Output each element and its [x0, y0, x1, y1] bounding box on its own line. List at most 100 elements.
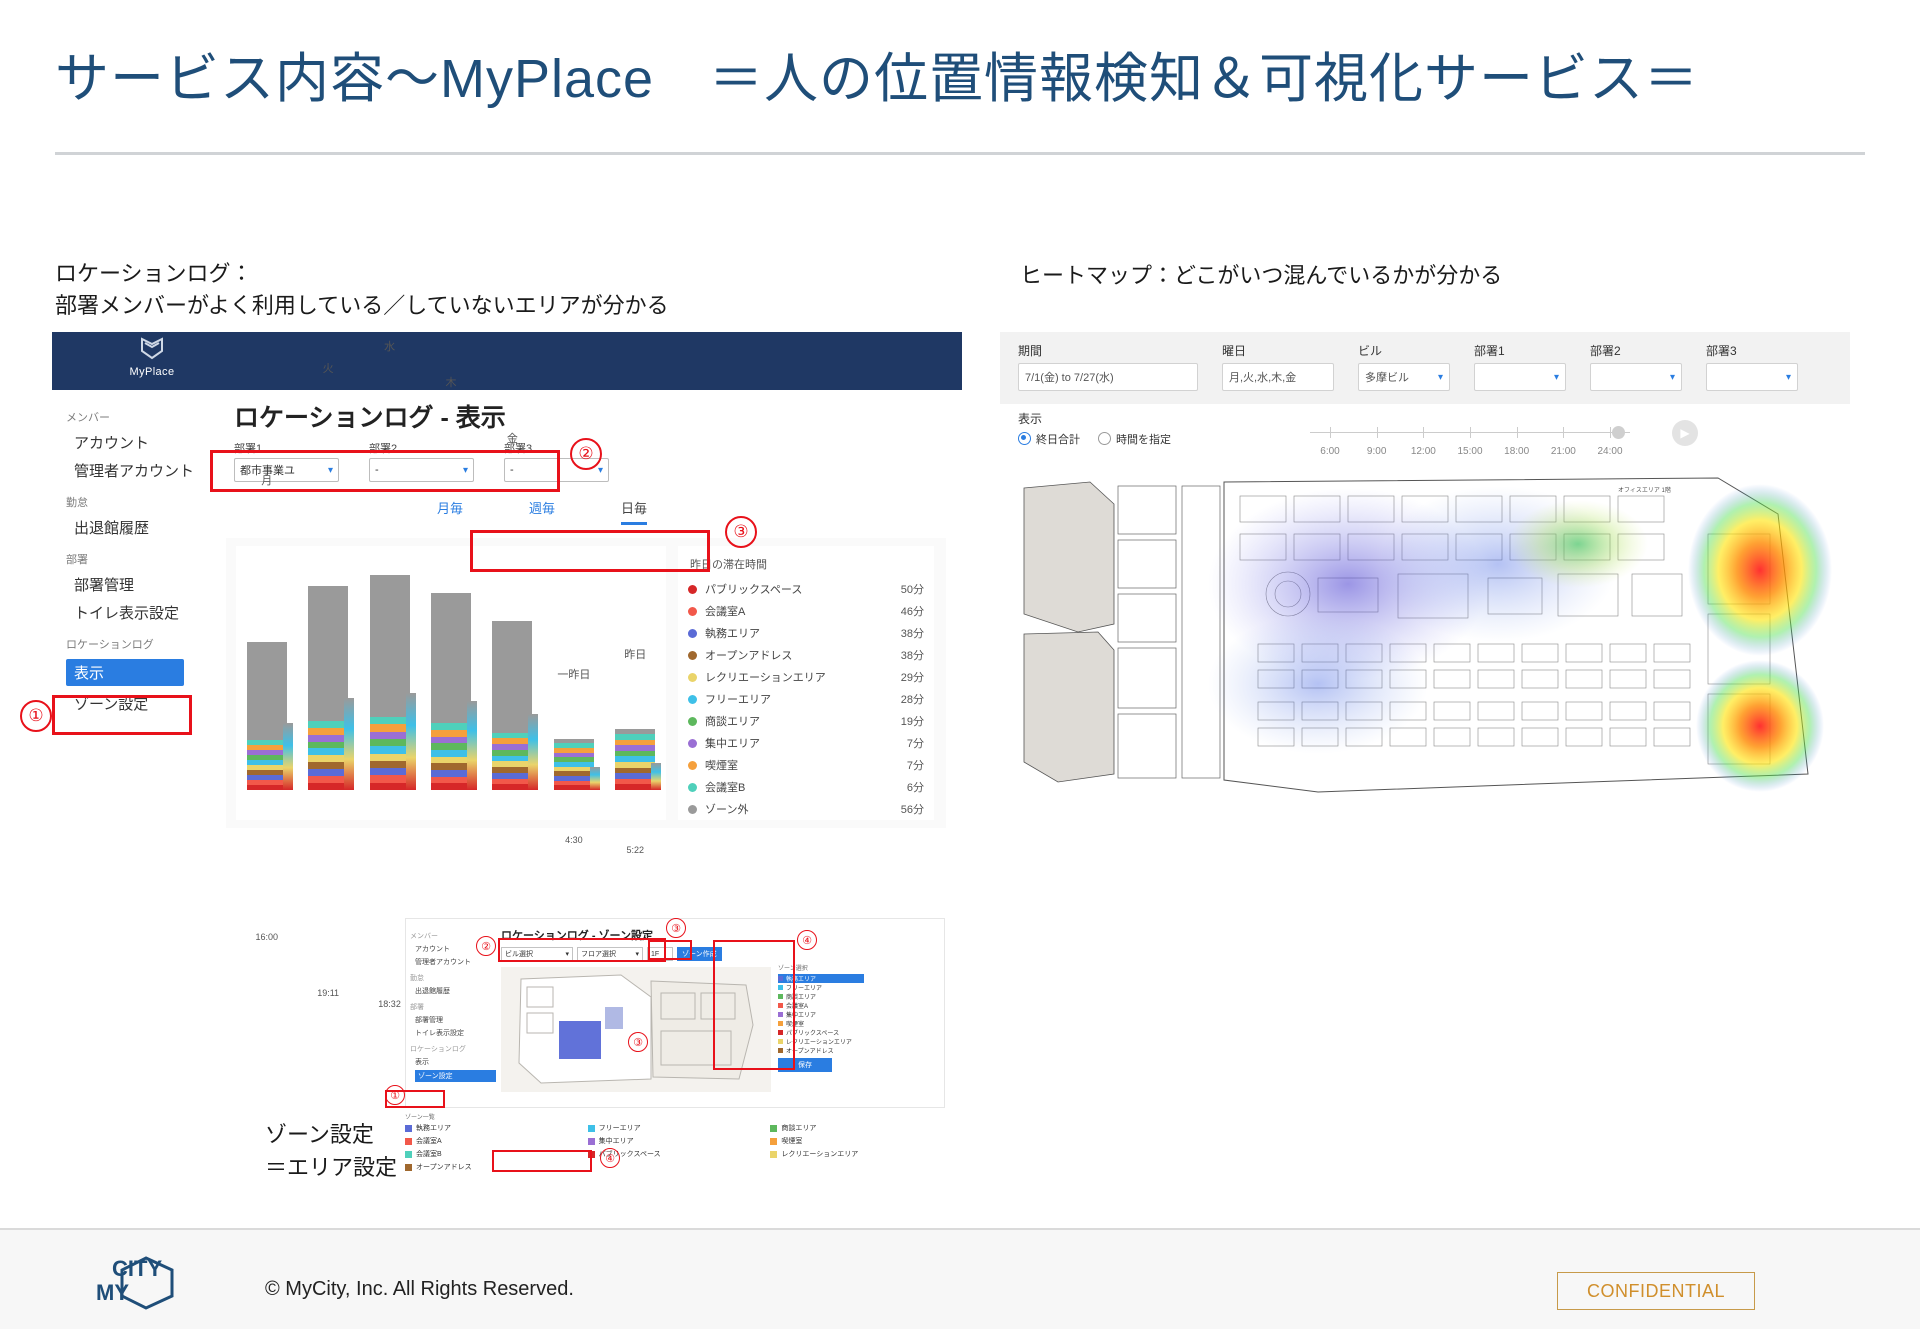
app-sidebar: メンバー アカウント 管理者アカウント 勤怠 出退館履歴 部署 部署管理 トイレ… — [52, 390, 212, 912]
sidebar-item-admin-account[interactable]: 管理者アカウント — [74, 460, 212, 481]
slider-tick-label: 18:00 — [1504, 446, 1530, 457]
heatmap-field-2: 曜日 月,火,水,木,金 — [1222, 342, 1334, 391]
bar-segment — [308, 762, 349, 770]
heatmap-field-control[interactable]: 多摩ビル ▾ — [1358, 363, 1450, 391]
zone-legend-item: フリーエリア — [587, 1123, 763, 1133]
heatmap-field-control[interactable]: ▾ — [1706, 363, 1798, 391]
zone-sidebar-item-toilet[interactable]: トイレ表示設定 — [415, 1028, 496, 1038]
bar-segment-outside-zone — [308, 586, 349, 721]
legend-duration: 19分 — [900, 716, 924, 728]
legend-duration: 46分 — [900, 606, 924, 618]
zone-sidebar-item-dept-mgmt[interactable]: 部署管理 — [415, 1015, 496, 1025]
bar-category-label: 一昨日 — [557, 669, 591, 681]
chevron-down-icon: ▾ — [1437, 371, 1443, 383]
heatmap-field-control[interactable]: ▾ — [1474, 363, 1566, 391]
bar-segment — [308, 769, 349, 777]
sidebar-item-display[interactable]: 表示 — [66, 659, 184, 686]
app-brand-label: MyPlace — [129, 366, 175, 378]
bar-segment — [308, 776, 349, 784]
svg-text:MY: MY — [96, 1280, 129, 1305]
tab-monthly[interactable]: 月毎 — [437, 498, 463, 522]
bar-segment-outside-zone — [492, 621, 533, 733]
annotation-number-1: ① — [20, 700, 52, 732]
bar-segment — [431, 756, 471, 764]
zone-legend-name: オープンアドレス — [416, 1164, 472, 1171]
annotation-number-zone-2: ② — [476, 936, 496, 956]
legend-color-dot — [688, 606, 697, 616]
bar-segment-outside-zone — [246, 642, 287, 740]
slider-tick-label: 12:00 — [1410, 446, 1436, 457]
legend-color-dot — [688, 694, 697, 704]
heatmap-field-label: 部署3 — [1706, 344, 1737, 358]
zone-legend-item: 集中エリア — [587, 1136, 763, 1146]
slider-tick — [1516, 427, 1518, 438]
bar-segment — [308, 741, 349, 749]
bar-segment — [431, 769, 471, 777]
bar-segment — [431, 729, 471, 737]
bar-segment — [369, 717, 410, 725]
bar-segment — [369, 768, 410, 776]
annotation-box-zone-create — [648, 940, 692, 960]
sidebar-item-account[interactable]: アカウント — [74, 432, 212, 453]
heatmap-filter-fields: 期間 7/1(金) to 7/27(水) 曜日 月,火,水,木,金 ビル 多摩ビル ▾ 部署1… — [1018, 342, 1798, 391]
period-tabs: 月毎 週毎 日毎 — [437, 498, 647, 528]
zone-legend-title: ゾーン一覧 — [405, 1115, 435, 1121]
heatmap-field-3: ビル 多摩ビル ▾ — [1358, 342, 1450, 391]
play-icon[interactable]: ▶ — [1672, 420, 1698, 446]
zone-legend-swatch — [587, 1124, 595, 1132]
heatmap-field-control[interactable]: 7/1(金) to 7/27(水) — [1018, 363, 1198, 391]
bar-time-label: 4:30 — [565, 835, 583, 845]
annotation-number-zone-1: ① — [385, 1085, 405, 1105]
bar-segment — [308, 720, 349, 728]
bar-segment — [308, 748, 349, 756]
zone-legend-swatch — [770, 1124, 778, 1132]
zone-legend-name: フリーエリア — [598, 1125, 641, 1132]
legend-area-name: フリーエリア — [705, 694, 771, 706]
heatmap-floorplan[interactable]: オフィスエリア 1階 — [1018, 474, 1836, 804]
heatmap-controls: 表示 終日合計 時間を指定 6:00 9:00 12:00 15:00 18:00 21:… — [1000, 410, 1850, 468]
location-log-app-window: MyPlace メンバー アカウント 管理者アカウント 勤怠 出退館履歴 部署 … — [52, 332, 962, 1009]
legend-title: 昨日の滞在時間 — [690, 559, 767, 571]
bar-segment — [308, 755, 349, 763]
zone-sidebar-item-admin[interactable]: 管理者アカウント — [415, 957, 496, 967]
zone-legend-name: 商談エリア — [781, 1125, 817, 1132]
zone-legend-item: 喫煙室 — [770, 1136, 945, 1146]
app-logo: MyPlace — [112, 337, 192, 378]
legend-duration: 7分 — [906, 738, 924, 750]
slider-tick — [1470, 427, 1471, 438]
legend-area-name: 商談エリア — [705, 716, 760, 728]
sidebar-group-attendance: 勤怠 — [66, 497, 88, 509]
zone-sidebar-item-display[interactable]: 表示 — [415, 1057, 496, 1067]
slider-tick-label: 24:00 — [1597, 446, 1623, 457]
sidebar-item-toilet-display[interactable]: トイレ表示設定 — [74, 602, 212, 623]
slider-knob[interactable] — [1612, 426, 1625, 439]
legend-row: 会議室B 6分 — [688, 776, 924, 798]
zone-legend-swatch — [405, 1163, 412, 1171]
annotation-number-zone-map: ③ — [628, 1032, 648, 1052]
slider-tick — [1330, 427, 1331, 438]
zone-sidebar-item-zone-settings[interactable]: ゾーン設定 — [415, 1070, 496, 1082]
sidebar-item-department-mgmt[interactable]: 部署管理 — [74, 574, 212, 595]
radio-all-day[interactable]: 終日合計 — [1018, 430, 1080, 447]
annotation-box-zone-list — [713, 940, 795, 1070]
radio-off-icon — [1098, 432, 1111, 445]
mycity-logo-icon: CITY MY — [88, 1250, 178, 1312]
zone-legend-name: レクリエーションエリア — [781, 1151, 859, 1158]
legend-color-dot — [688, 782, 697, 792]
slider-tick — [1376, 427, 1378, 438]
chevron-down-icon: ▾ — [1669, 371, 1675, 383]
tab-daily[interactable]: 日毎 — [620, 498, 647, 525]
copyright-text: © MyCity, Inc. All Rights Reserved. — [265, 1278, 574, 1300]
legend-duration: 50分 — [900, 584, 924, 596]
legend-color-dot — [688, 760, 697, 770]
zone-legend-grid: 執務エリア フリーエリア 商談エリア 会議室A 集中エリア 喫煙室 会議室B パブリックスペー… — [405, 1123, 945, 1172]
legend-duration: 38分 — [900, 628, 924, 640]
tab-weekly[interactable]: 週毎 — [529, 498, 555, 522]
zone-sidebar-item-entry[interactable]: 出退館履歴 — [415, 986, 496, 996]
heatmap-field-control[interactable]: ▾ — [1590, 363, 1682, 391]
radio-time-range[interactable]: 時間を指定 — [1098, 430, 1171, 447]
sidebar-item-entry-history[interactable]: 出退館履歴 — [74, 517, 212, 538]
bar-segment-outside-zone — [369, 575, 410, 718]
heatmap-field-control[interactable]: 月,火,水,木,金 — [1222, 363, 1334, 391]
zone-sidebar-group-department: 部署 — [410, 1004, 424, 1011]
